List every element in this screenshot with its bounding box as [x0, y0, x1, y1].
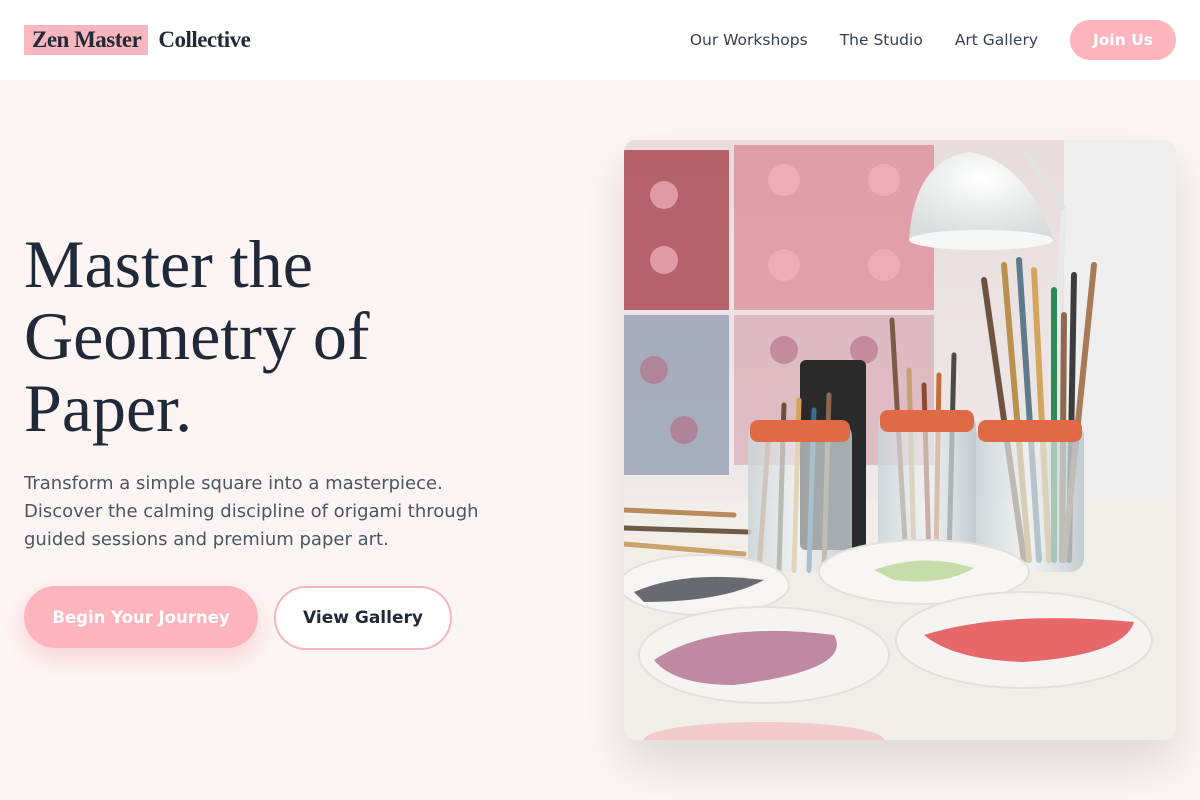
hero-subtitle: Transform a simple square into a masterp…	[24, 470, 544, 554]
join-us-button[interactable]: Join Us	[1070, 20, 1176, 60]
hero-title-line: Master the	[24, 226, 313, 302]
hero-title-line: Paper.	[24, 370, 193, 446]
hero-image	[624, 140, 1176, 740]
hero-subtitle-line: guided sessions and premium paper art.	[24, 529, 389, 550]
logo[interactable]: Zen Master Collective	[24, 25, 251, 55]
hero-subtitle-line: Transform a simple square into a masterp…	[24, 473, 443, 494]
hero-title: Master the Geometry of Paper.	[24, 228, 544, 444]
main-nav: Our Workshops The Studio Art Gallery Joi…	[658, 20, 1176, 60]
begin-journey-button[interactable]: Begin Your Journey	[24, 586, 258, 648]
nav-link-our-workshops[interactable]: Our Workshops	[690, 31, 808, 49]
logo-highlight: Zen Master	[24, 25, 149, 55]
nav-link-the-studio[interactable]: The Studio	[840, 31, 923, 49]
hero-title-line: Geometry of	[24, 298, 370, 374]
site-header: Zen Master Collective Our Workshops The …	[0, 0, 1200, 80]
logo-text: Collective	[158, 27, 251, 52]
nav-link-art-gallery[interactable]: Art Gallery	[955, 31, 1038, 49]
view-gallery-button[interactable]: View Gallery	[274, 586, 452, 650]
hero-subtitle-line: Discover the calming discipline of origa…	[24, 501, 479, 522]
